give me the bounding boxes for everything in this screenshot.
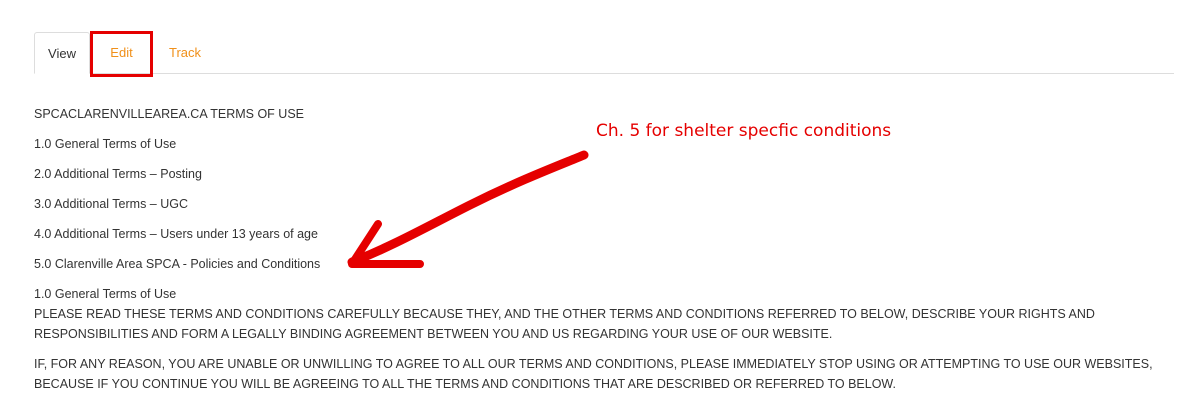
section-heading: 1.0 General Terms of Use (34, 287, 177, 301)
toc-item-2: 2.0 Additional Terms – Posting (34, 167, 202, 181)
annotation-text: Ch. 5 for shelter specfic conditions (596, 121, 892, 141)
terms-paragraph-1: PLEASE READ THESE TERMS AND CONDITIONS C… (34, 307, 1095, 341)
terms-paragraph-2: IF, FOR ANY REASON, YOU ARE UNABLE OR UN… (34, 357, 1153, 391)
toc-item-3: 3.0 Additional Terms – UGC (34, 197, 189, 211)
tab-edit[interactable]: Edit (91, 32, 152, 73)
page: View Edit Track SPCACLARENVILLEAREA.CA T… (0, 0, 1198, 410)
toc-item-5: 5.0 Clarenville Area SPCA - Policies and… (34, 257, 321, 271)
terms-title: SPCACLARENVILLEAREA.CA TERMS OF USE (34, 107, 304, 121)
tab-bar: View Edit Track (34, 32, 1174, 74)
tab-view[interactable]: View (34, 32, 90, 74)
tab-track[interactable]: Track (156, 32, 214, 73)
toc-item-4: 4.0 Additional Terms – Users under 13 ye… (34, 227, 318, 241)
toc-item-1: 1.0 General Terms of Use (34, 137, 177, 151)
